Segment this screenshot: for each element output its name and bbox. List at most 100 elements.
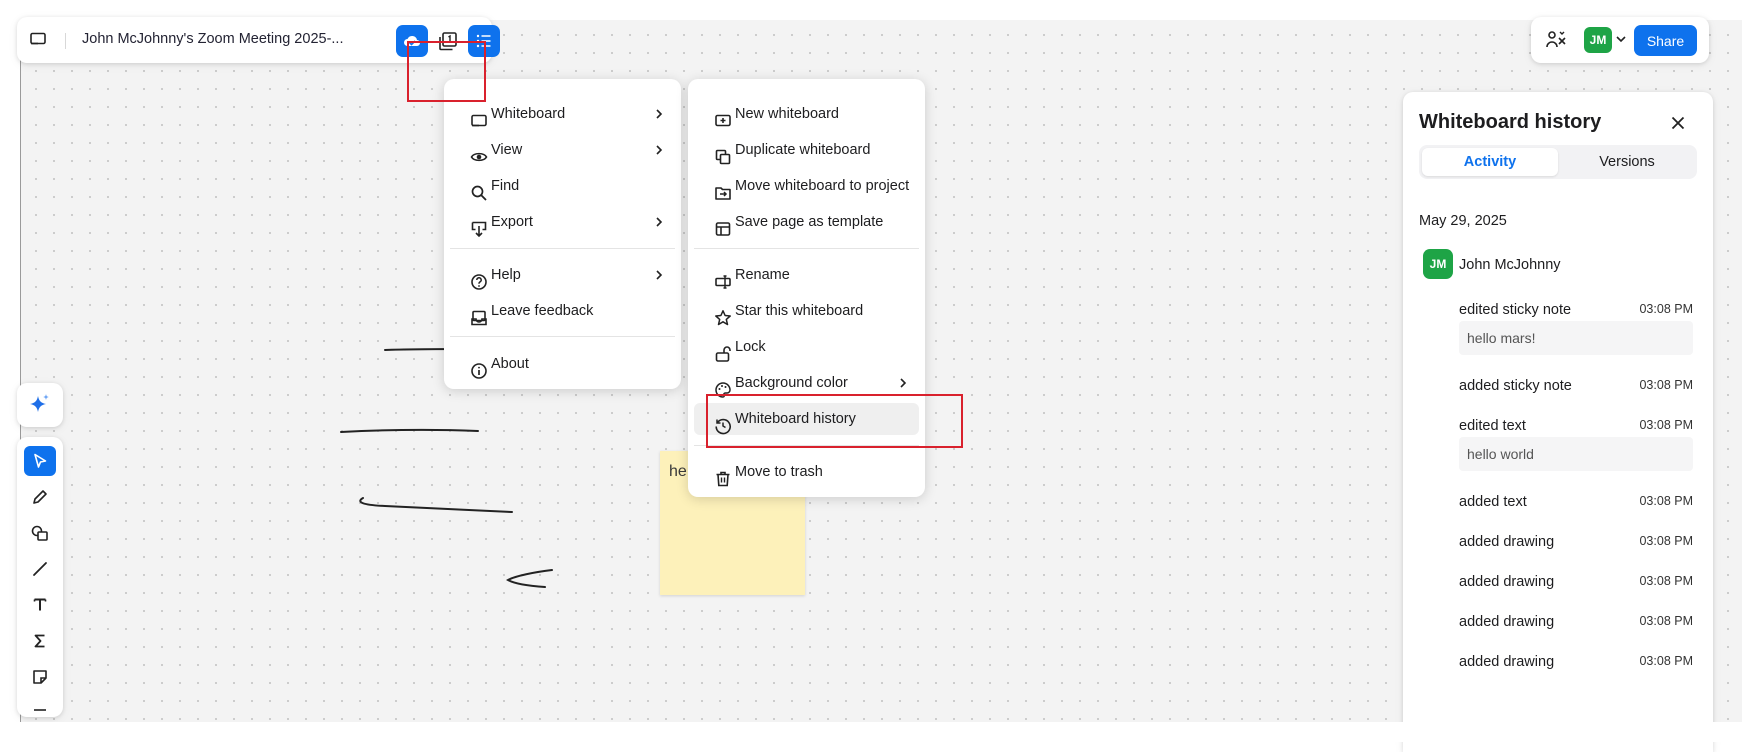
menu-divider: [450, 248, 675, 249]
menu-item-find[interactable]: Find: [450, 170, 675, 202]
trash-icon: [704, 463, 730, 487]
menu-item-duplicate-whiteboard[interactable]: Duplicate whiteboard: [694, 134, 919, 166]
menu-item-save-as-template[interactable]: Save page as template: [694, 206, 919, 238]
history-entry-time: 03:08 PM: [1639, 494, 1693, 508]
user-avatar[interactable]: JM: [1584, 27, 1612, 53]
sticky-note-tool[interactable]: [24, 662, 56, 692]
whiteboard-title[interactable]: John McJohnny's Zoom Meeting 2025-...: [82, 31, 343, 47]
duplicate-icon: [704, 141, 731, 165]
text-tool[interactable]: [24, 590, 56, 620]
rename-icon: [704, 266, 731, 289]
menu-item-label: Save page as template: [735, 214, 884, 230]
menu-item-rename[interactable]: Rename: [694, 259, 919, 291]
history-entry-action: added sticky note: [1459, 378, 1572, 394]
shapes-tool[interactable]: [24, 518, 56, 548]
sticky-note-icon: [33, 670, 47, 684]
chevron-right-icon: [653, 143, 665, 157]
close-icon: [1671, 116, 1685, 130]
main-menu: Whiteboard View Find Export Help Leave f…: [444, 79, 681, 389]
history-entry-action: added text: [1459, 494, 1527, 510]
history-entry-time: 03:08 PM: [1639, 378, 1693, 392]
shapes-icon: [31, 525, 48, 541]
menu-item-whiteboard[interactable]: Whiteboard: [450, 98, 675, 130]
collaborators-icon[interactable]: [1545, 30, 1567, 50]
menu-item-label: Move whiteboard to project: [735, 178, 910, 194]
menu-item-lock[interactable]: Lock: [694, 331, 919, 363]
menu-item-label: Lock: [735, 339, 766, 355]
menu-item-label: Background color: [735, 375, 848, 391]
menu-item-label: Star this whiteboard: [735, 303, 864, 319]
eye-icon: [460, 141, 488, 162]
menu-item-move-to-trash[interactable]: Move to trash: [694, 456, 919, 488]
whiteboard-history-panel: Whiteboard history Activity Versions May…: [1403, 92, 1713, 752]
menu-item-label: View: [491, 142, 523, 158]
history-entry-content: hello mars!: [1459, 321, 1693, 355]
menu-item-export[interactable]: Export: [450, 206, 675, 238]
menu-divider: [694, 248, 919, 249]
share-button[interactable]: Share: [1634, 25, 1697, 56]
sticky-note-text: he: [669, 463, 687, 480]
ai-assistant-button[interactable]: [17, 383, 63, 427]
text-icon: [33, 598, 47, 611]
history-entry-time: 03:08 PM: [1639, 418, 1693, 432]
search-icon: [460, 177, 487, 201]
history-entry-time: 03:08 PM: [1639, 534, 1693, 548]
toolbar-divider: [65, 33, 66, 49]
more-icon: [34, 709, 46, 711]
history-date: May 29, 2025: [1419, 213, 1507, 229]
menu-item-star-whiteboard[interactable]: Star this whiteboard: [694, 295, 919, 327]
menu-item-leave-feedback[interactable]: Leave feedback: [450, 295, 675, 327]
tab-activity[interactable]: Activity: [1422, 148, 1558, 176]
menu-item-new-whiteboard[interactable]: New whiteboard: [694, 98, 919, 130]
history-user-name: John McJohnny: [1459, 257, 1561, 273]
history-entry-time: 03:08 PM: [1639, 614, 1693, 628]
menu-item-label: Move to trash: [735, 464, 823, 480]
select-tool[interactable]: [24, 446, 56, 476]
history-entry-content-text: hello mars!: [1467, 330, 1536, 346]
menu-item-about[interactable]: About: [450, 348, 675, 380]
info-icon: [460, 355, 487, 379]
line-tool[interactable]: [24, 554, 56, 584]
history-entry-time: 03:08 PM: [1639, 654, 1693, 668]
export-icon: [460, 213, 487, 238]
history-entry-action: added drawing: [1459, 654, 1555, 670]
history-entry-time: 03:08 PM: [1639, 574, 1693, 588]
pen-tool[interactable]: [24, 482, 56, 512]
whiteboard-icon[interactable]: [29, 30, 47, 48]
cursor-icon: [34, 453, 47, 468]
sparkle-icon: [30, 394, 49, 412]
menu-item-label: Find: [491, 178, 520, 194]
chevron-right-icon: [653, 268, 665, 282]
menu-divider: [450, 336, 675, 337]
menu-item-move-to-project[interactable]: Move whiteboard to project: [694, 170, 919, 202]
pencil-icon: [33, 490, 47, 504]
new-whiteboard-icon: [704, 105, 731, 127]
history-entry-content-text: hello world: [1467, 446, 1534, 462]
chevron-right-icon: [653, 107, 665, 121]
menu-item-label: Leave feedback: [491, 303, 594, 319]
whiteboard-icon: [460, 105, 487, 127]
menu-item-label: About: [491, 356, 529, 372]
move-folder-icon: [704, 177, 731, 200]
panel-title: Whiteboard history: [1419, 111, 1602, 133]
star-icon: [704, 302, 731, 326]
history-entry-time: 03:08 PM: [1639, 302, 1693, 316]
formula-tool[interactable]: [24, 626, 56, 656]
chevron-right-icon: [897, 376, 909, 390]
lock-icon: [704, 338, 731, 362]
history-entry-content: hello world: [1459, 437, 1693, 471]
menu-item-view[interactable]: View: [450, 134, 675, 166]
history-entry-action: added drawing: [1459, 614, 1555, 630]
line-icon: [33, 562, 47, 576]
tab-versions[interactable]: Versions: [1559, 148, 1695, 176]
history-tabs: Activity Versions: [1419, 145, 1697, 179]
close-button[interactable]: [1665, 110, 1691, 136]
feedback-icon: [460, 302, 487, 326]
help-icon: [460, 266, 487, 290]
history-entry-action: edited sticky note: [1459, 302, 1572, 318]
chevron-down-icon[interactable]: [1615, 33, 1627, 45]
sigma-icon: [34, 634, 45, 648]
menu-item-help[interactable]: Help: [450, 259, 675, 291]
top-right-toolbar: JM Share: [1531, 17, 1709, 63]
bottom-margin: [0, 722, 1761, 742]
